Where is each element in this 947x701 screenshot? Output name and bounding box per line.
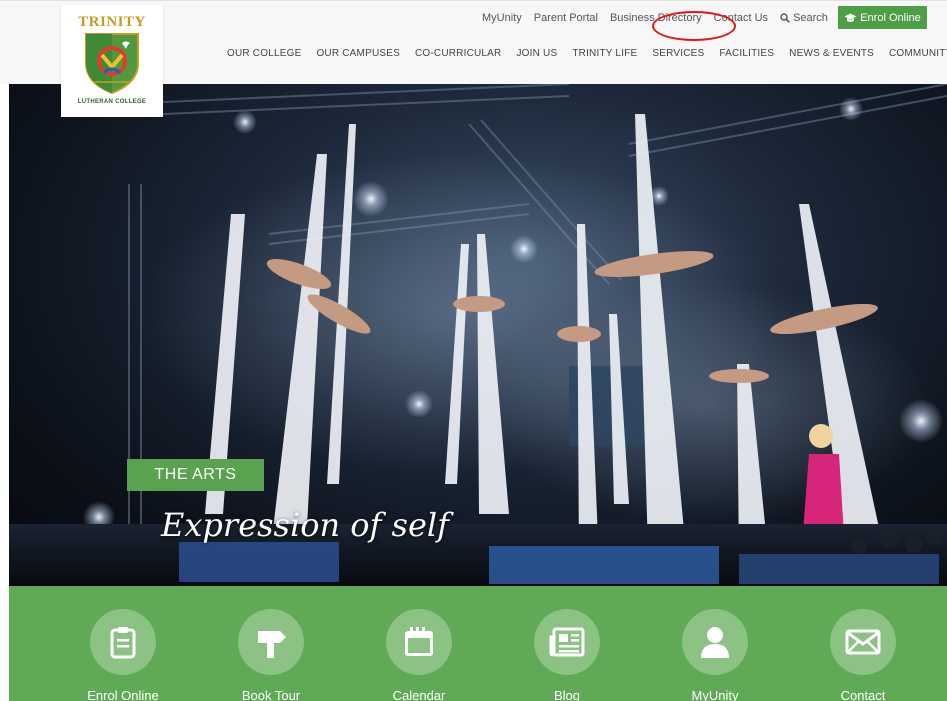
nav-facilities[interactable]: FACILITIES xyxy=(719,48,774,59)
nav-our-college[interactable]: OUR COLLEGE xyxy=(227,48,301,59)
quick-link-label: Enrol Online xyxy=(87,688,159,701)
quick-link-circle xyxy=(90,609,156,675)
page-margin xyxy=(0,84,9,701)
signpost-icon xyxy=(258,631,286,658)
quick-link-label: Calendar xyxy=(392,688,446,701)
utility-link-parent-portal[interactable]: Parent Portal xyxy=(534,12,598,24)
nav-co-curricular[interactable]: CO-CURRICULAR xyxy=(415,48,502,59)
quick-links-bar: Enrol Online Book Tour Calendar Blog MyU… xyxy=(9,586,947,701)
nav-community[interactable]: COMMUNITY xyxy=(889,48,947,59)
quick-link-label: Contact xyxy=(840,688,886,701)
quick-link-myunity[interactable]: MyUnity xyxy=(660,609,770,701)
quick-link-circle xyxy=(238,609,304,675)
quick-link-blog[interactable]: Blog xyxy=(512,609,622,701)
quick-link-contact[interactable]: Contact xyxy=(808,609,918,701)
calendar-icon xyxy=(405,627,433,656)
main-nav: OUR COLLEGE OUR CAMPUSES CO-CURRICULAR J… xyxy=(227,48,947,59)
nav-services[interactable]: SERVICES xyxy=(652,48,704,59)
quick-link-label: Blog xyxy=(553,688,581,701)
quick-link-calendar[interactable]: Calendar xyxy=(364,609,474,701)
quick-link-circle xyxy=(534,609,600,675)
quick-link-enrol-online[interactable]: Enrol Online xyxy=(68,609,178,701)
user-icon xyxy=(701,627,729,658)
search-label: Search xyxy=(793,12,828,24)
quick-link-label: Book Tour xyxy=(241,688,301,701)
utility-link-myunity[interactable]: MyUnity xyxy=(482,12,522,24)
search-button[interactable]: Search xyxy=(780,12,828,24)
logo-wordmark-top: TRINITY xyxy=(78,14,146,30)
nav-trinity-life[interactable]: TRINITY LIFE xyxy=(572,48,637,59)
hero-banner: THE ARTS Expression of self xyxy=(9,84,947,586)
hero-category-tag: THE ARTS xyxy=(127,459,264,491)
graduation-cap-icon xyxy=(844,13,857,22)
quick-link-circle xyxy=(386,609,452,675)
quick-link-circle xyxy=(830,609,896,675)
hero-photo-aerial-silks-performance xyxy=(9,84,947,586)
enrol-online-button[interactable]: Enrol Online xyxy=(838,6,927,29)
college-logo[interactable]: TRINITY LUTHERAN COLLEGE xyxy=(61,5,163,117)
annotation-ellipse xyxy=(652,11,736,41)
college-crest-icon xyxy=(85,33,139,95)
quick-link-circle xyxy=(682,609,748,675)
nav-join-us[interactable]: JOIN US xyxy=(516,48,557,59)
clipboard-icon xyxy=(110,627,136,659)
nav-news-events[interactable]: NEWS & EVENTS xyxy=(789,48,874,59)
quick-link-book-tour[interactable]: Book Tour xyxy=(216,609,326,701)
envelope-icon xyxy=(845,629,881,655)
hero-tagline: Expression of self xyxy=(161,506,449,544)
search-icon xyxy=(780,13,790,23)
nav-our-campuses[interactable]: OUR CAMPUSES xyxy=(316,48,400,59)
enrol-online-label: Enrol Online xyxy=(860,11,921,24)
quick-link-label: MyUnity xyxy=(691,688,739,701)
logo-wordmark-bottom: LUTHERAN COLLEGE xyxy=(77,99,147,105)
newspaper-icon xyxy=(549,627,585,657)
